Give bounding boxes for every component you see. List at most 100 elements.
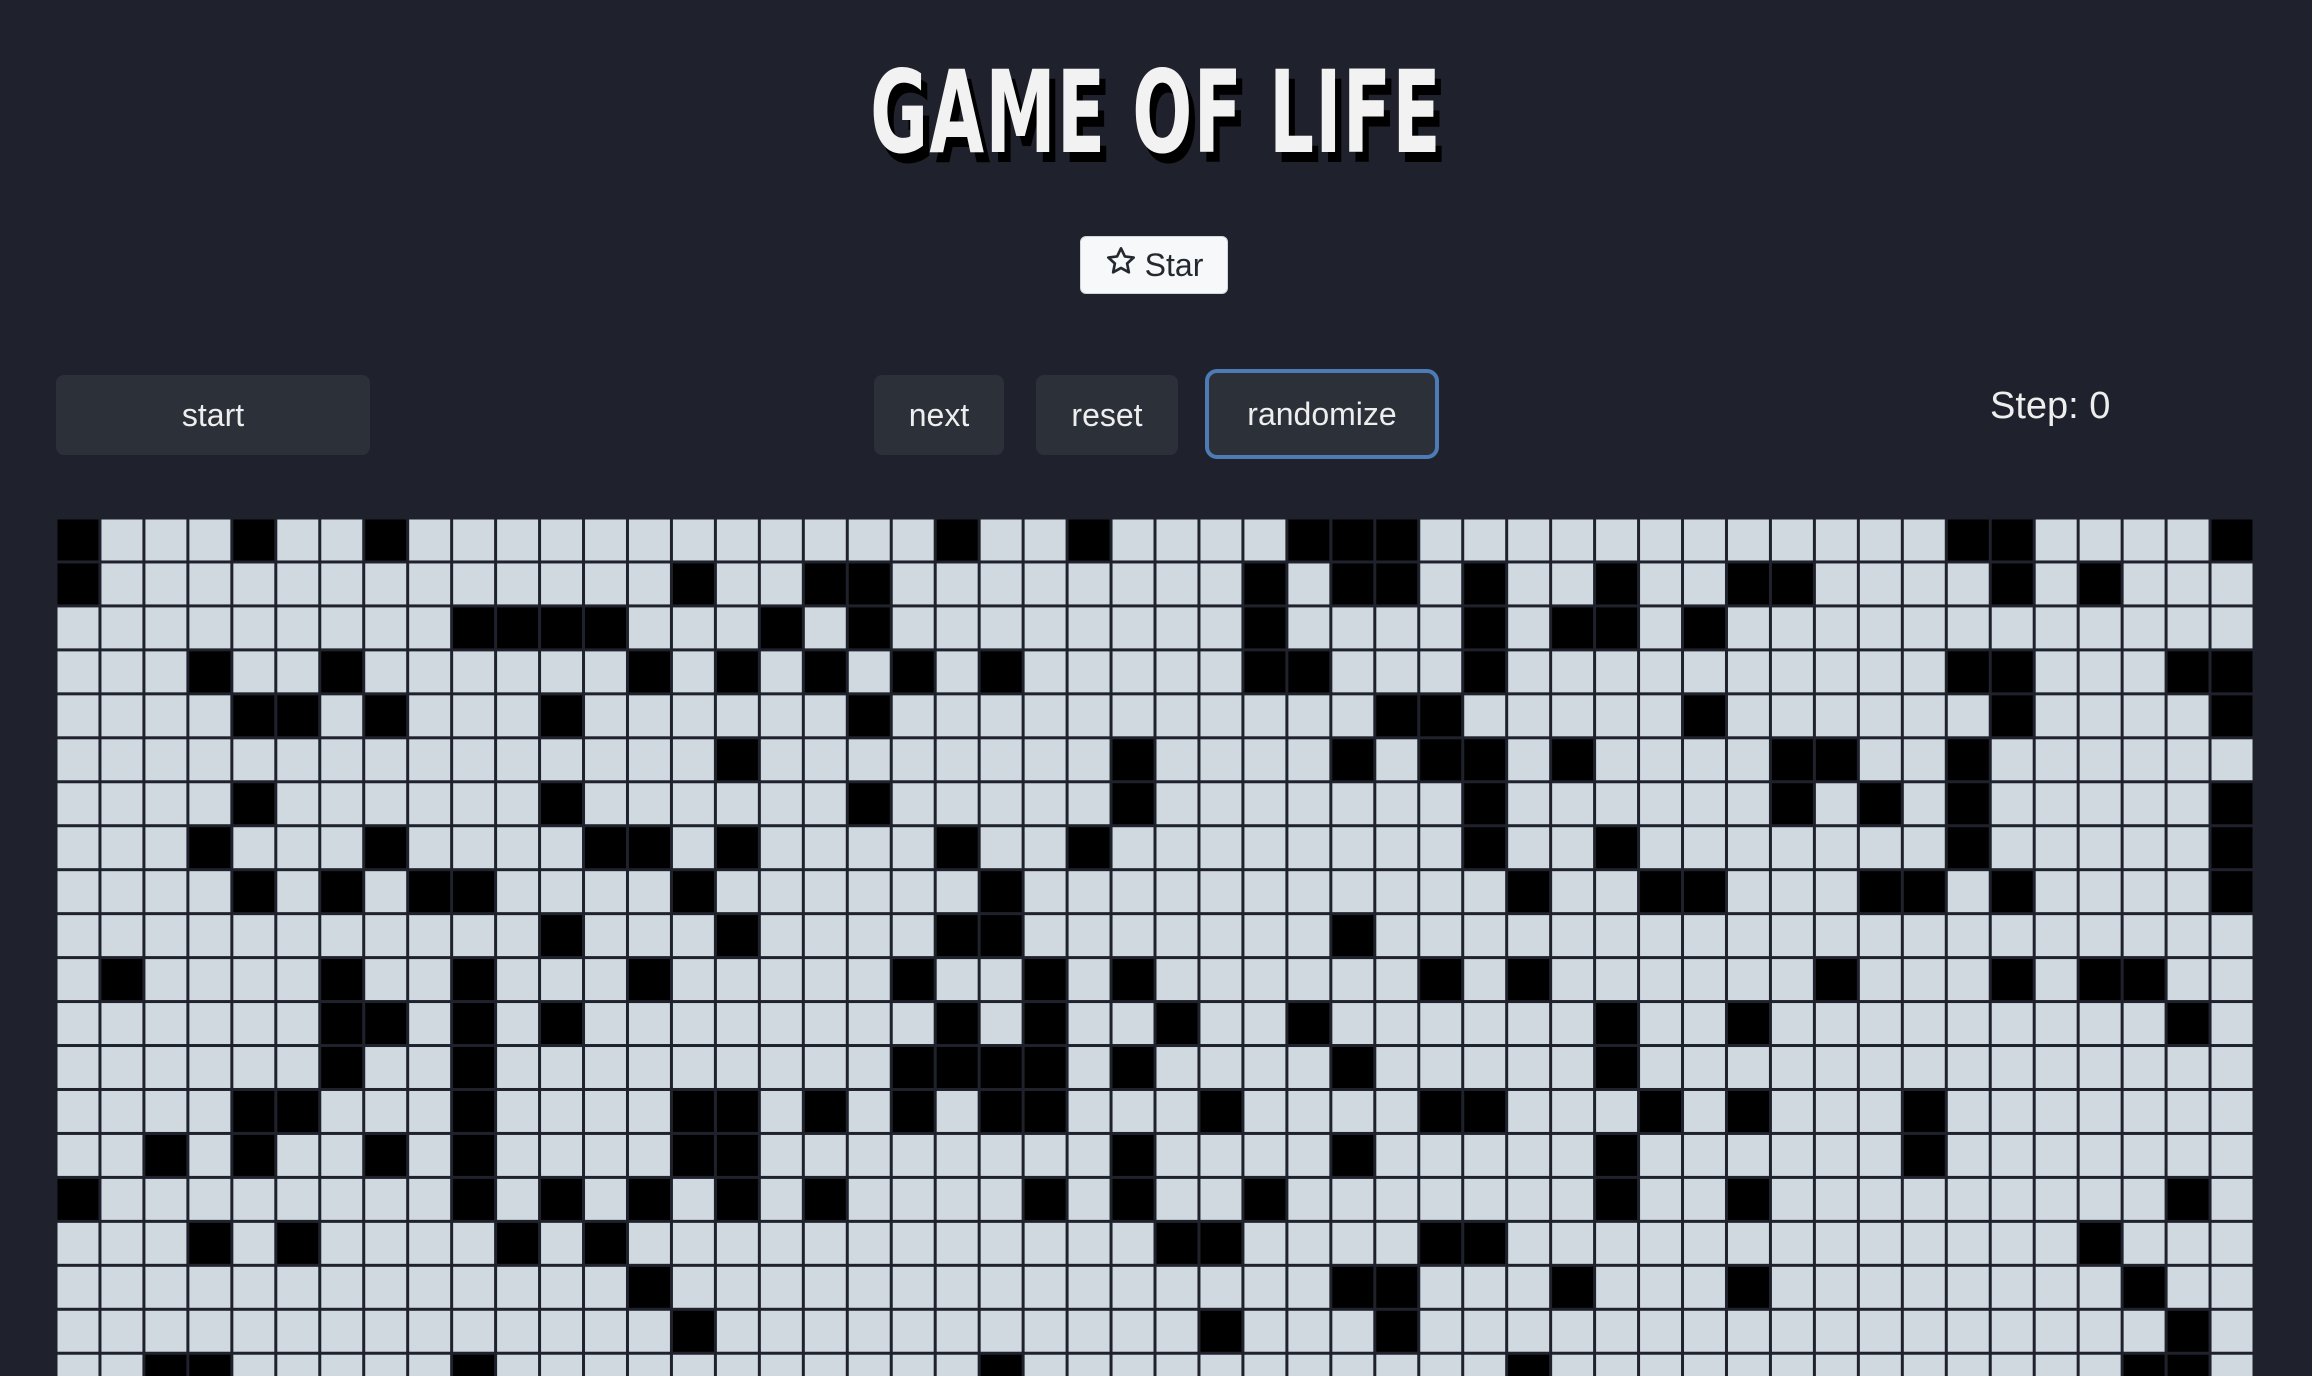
cell-dead[interactable] bbox=[1771, 827, 1813, 869]
cell-alive[interactable] bbox=[541, 1003, 583, 1045]
cell-dead[interactable] bbox=[1640, 739, 1682, 781]
cell-dead[interactable] bbox=[1332, 959, 1374, 1001]
cell-dead[interactable] bbox=[936, 783, 978, 825]
cell-dead[interactable] bbox=[585, 651, 626, 693]
cell-dead[interactable] bbox=[321, 1090, 363, 1132]
cell-dead[interactable] bbox=[2079, 1266, 2121, 1308]
cell-dead[interactable] bbox=[1288, 1354, 1330, 1376]
cell-dead[interactable] bbox=[716, 783, 758, 825]
cell-dead[interactable] bbox=[1376, 651, 1418, 693]
cell-dead[interactable] bbox=[2079, 695, 2121, 737]
cell-dead[interactable] bbox=[1771, 519, 1813, 561]
cell-dead[interactable] bbox=[57, 1134, 99, 1176]
cell-dead[interactable] bbox=[1464, 1134, 1506, 1176]
cell-dead[interactable] bbox=[1903, 607, 1945, 649]
cell-dead[interactable] bbox=[804, 739, 846, 781]
cell-dead[interactable] bbox=[672, 1047, 714, 1088]
cell-dead[interactable] bbox=[57, 739, 99, 781]
cell-dead[interactable] bbox=[57, 1354, 99, 1376]
cell-dead[interactable] bbox=[1332, 783, 1374, 825]
cell-dead[interactable] bbox=[848, 959, 890, 1001]
cell-dead[interactable] bbox=[936, 959, 978, 1001]
cell-dead[interactable] bbox=[57, 651, 99, 693]
cell-dead[interactable] bbox=[233, 607, 275, 649]
cell-dead[interactable] bbox=[716, 1266, 758, 1308]
cell-alive[interactable] bbox=[980, 1090, 1022, 1132]
cell-dead[interactable] bbox=[760, 1003, 802, 1045]
cell-alive[interactable] bbox=[1464, 1090, 1506, 1132]
cell-dead[interactable] bbox=[1244, 915, 1286, 957]
cell-dead[interactable] bbox=[1244, 1354, 1286, 1376]
cell-alive[interactable] bbox=[101, 959, 143, 1001]
cell-alive[interactable] bbox=[716, 739, 758, 781]
cell-dead[interactable] bbox=[1508, 1090, 1550, 1132]
cell-dead[interactable] bbox=[1288, 1047, 1330, 1088]
cell-dead[interactable] bbox=[1815, 783, 1857, 825]
cell-dead[interactable] bbox=[57, 871, 99, 913]
cell-alive[interactable] bbox=[321, 1047, 363, 1088]
cell-dead[interactable] bbox=[1288, 1266, 1330, 1308]
cell-dead[interactable] bbox=[1771, 1310, 1813, 1352]
cell-dead[interactable] bbox=[628, 563, 670, 605]
cell-alive[interactable] bbox=[1508, 871, 1550, 913]
cell-dead[interactable] bbox=[101, 1003, 143, 1045]
cell-alive[interactable] bbox=[716, 651, 758, 693]
cell-dead[interactable] bbox=[1947, 871, 1989, 913]
cell-dead[interactable] bbox=[1815, 1178, 1857, 1220]
cell-dead[interactable] bbox=[1024, 1222, 1066, 1264]
cell-alive[interactable] bbox=[453, 1354, 495, 1376]
cell-dead[interactable] bbox=[233, 651, 275, 693]
cell-alive[interactable] bbox=[716, 1178, 758, 1220]
cell-dead[interactable] bbox=[585, 783, 626, 825]
cell-dead[interactable] bbox=[321, 1134, 363, 1176]
cell-dead[interactable] bbox=[1684, 1222, 1725, 1264]
cell-alive[interactable] bbox=[2211, 827, 2253, 869]
cell-dead[interactable] bbox=[1640, 1134, 1682, 1176]
cell-dead[interactable] bbox=[1640, 607, 1682, 649]
cell-dead[interactable] bbox=[541, 519, 583, 561]
cell-dead[interactable] bbox=[760, 1047, 802, 1088]
cell-dead[interactable] bbox=[233, 827, 275, 869]
cell-dead[interactable] bbox=[57, 695, 99, 737]
cell-alive[interactable] bbox=[2123, 959, 2165, 1001]
cell-dead[interactable] bbox=[936, 1266, 978, 1308]
cell-alive[interactable] bbox=[628, 959, 670, 1001]
next-button[interactable]: next bbox=[874, 375, 1004, 455]
cell-dead[interactable] bbox=[1771, 1090, 1813, 1132]
cell-dead[interactable] bbox=[804, 871, 846, 913]
cell-dead[interactable] bbox=[1420, 1134, 1462, 1176]
cell-dead[interactable] bbox=[892, 871, 934, 913]
cell-dead[interactable] bbox=[1068, 1178, 1110, 1220]
cell-dead[interactable] bbox=[1024, 1310, 1066, 1352]
cell-dead[interactable] bbox=[936, 739, 978, 781]
cell-dead[interactable] bbox=[1903, 783, 1945, 825]
cell-dead[interactable] bbox=[2167, 1222, 2209, 1264]
cell-dead[interactable] bbox=[1156, 563, 1198, 605]
cell-dead[interactable] bbox=[980, 519, 1022, 561]
cell-dead[interactable] bbox=[1552, 1310, 1594, 1352]
cell-dead[interactable] bbox=[848, 1266, 890, 1308]
cell-dead[interactable] bbox=[2079, 1047, 2121, 1088]
cell-dead[interactable] bbox=[1815, 563, 1857, 605]
cell-dead[interactable] bbox=[1464, 871, 1506, 913]
cell-alive[interactable] bbox=[804, 1090, 846, 1132]
cell-dead[interactable] bbox=[497, 783, 539, 825]
cell-dead[interactable] bbox=[453, 1266, 495, 1308]
cell-dead[interactable] bbox=[1640, 519, 1682, 561]
cell-dead[interactable] bbox=[1420, 783, 1462, 825]
cell-dead[interactable] bbox=[1068, 1354, 1110, 1376]
cell-dead[interactable] bbox=[453, 827, 495, 869]
cell-dead[interactable] bbox=[1068, 563, 1110, 605]
cell-dead[interactable] bbox=[804, 959, 846, 1001]
cell-dead[interactable] bbox=[1376, 1178, 1418, 1220]
cell-dead[interactable] bbox=[1420, 915, 1462, 957]
cell-dead[interactable] bbox=[101, 1266, 143, 1308]
cell-dead[interactable] bbox=[321, 1310, 363, 1352]
cell-dead[interactable] bbox=[2035, 783, 2077, 825]
cell-dead[interactable] bbox=[1156, 959, 1198, 1001]
cell-dead[interactable] bbox=[497, 1178, 539, 1220]
cell-dead[interactable] bbox=[1024, 563, 1066, 605]
cell-alive[interactable] bbox=[541, 607, 583, 649]
cell-dead[interactable] bbox=[936, 651, 978, 693]
cell-dead[interactable] bbox=[848, 1178, 890, 1220]
